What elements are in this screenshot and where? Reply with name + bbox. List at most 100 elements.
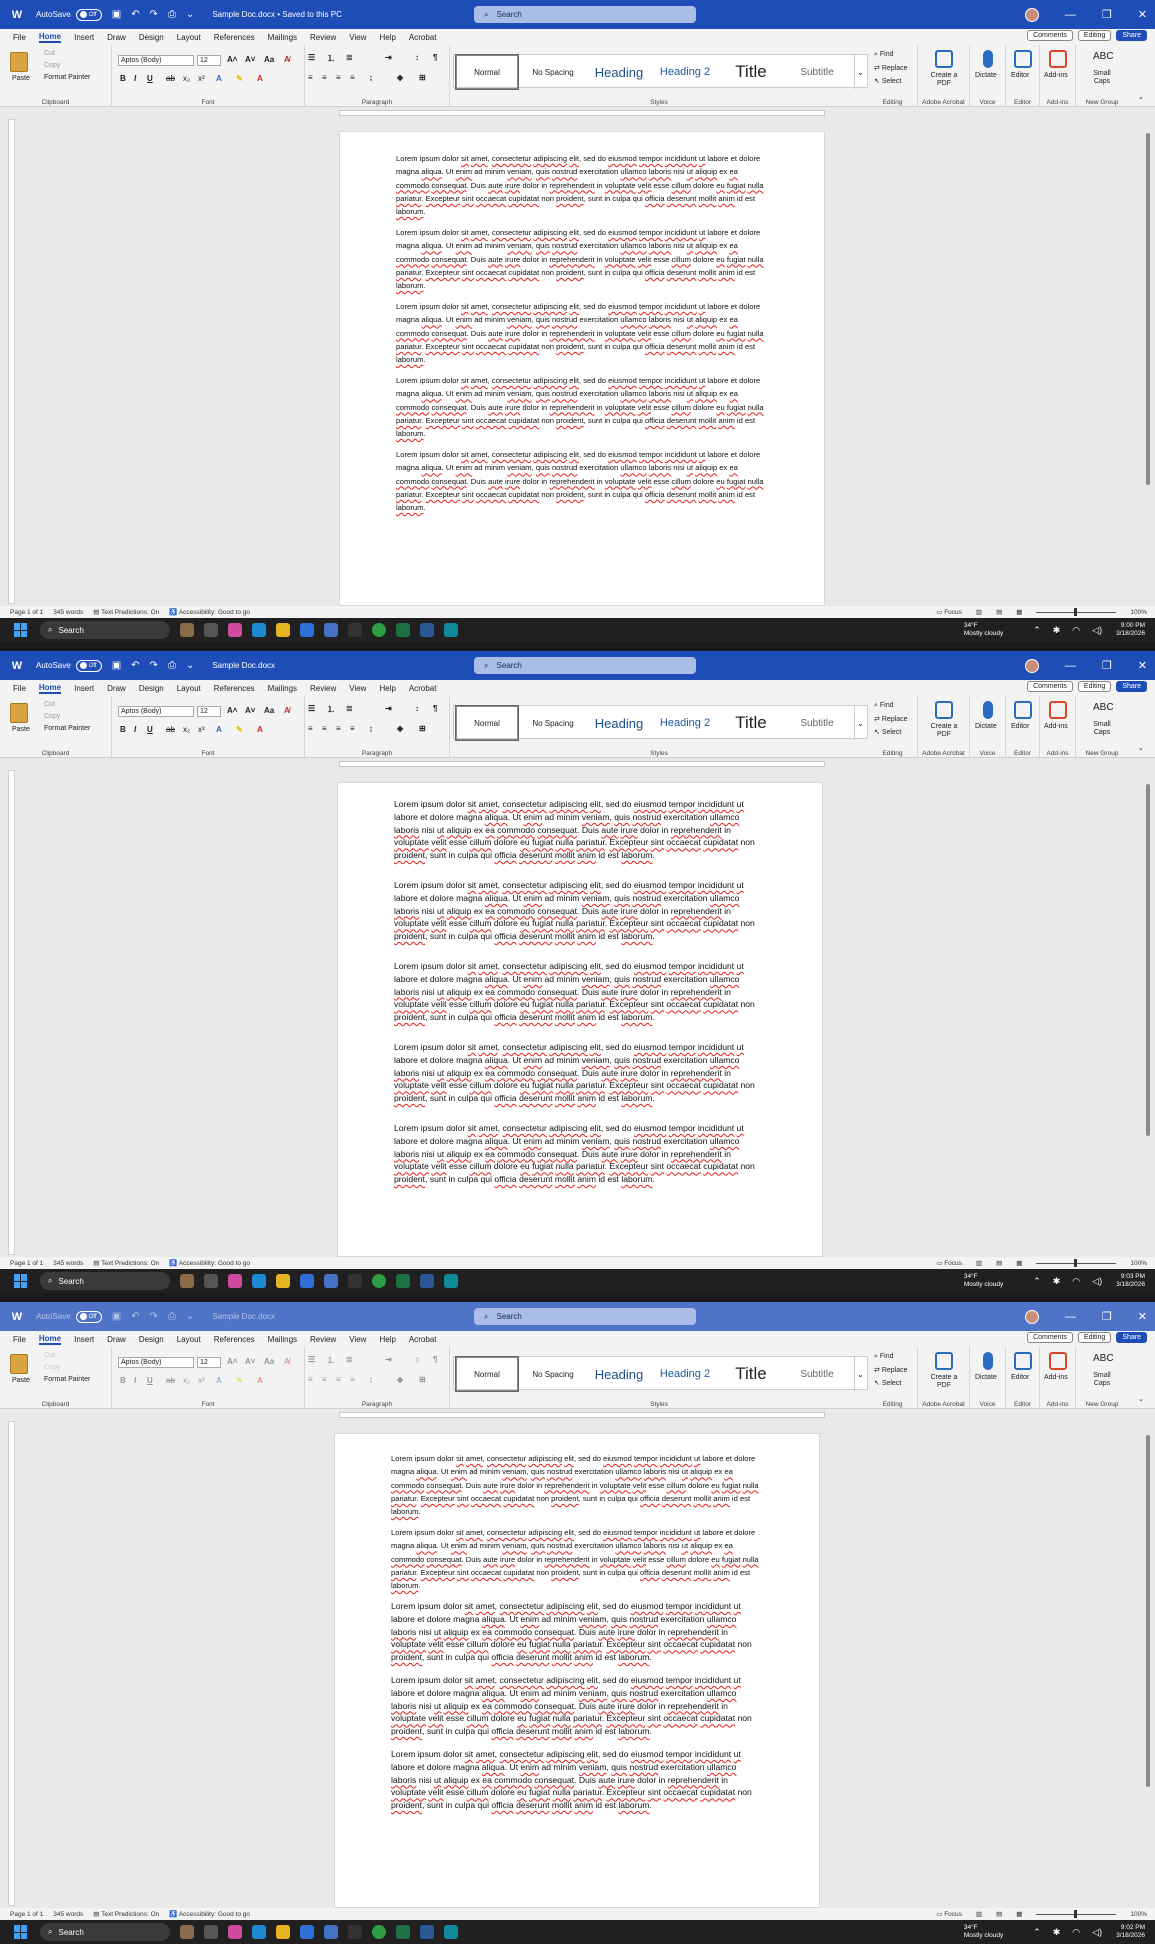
- collapse-ribbon-icon[interactable]: ⌄: [1138, 93, 1144, 101]
- task-view-icon[interactable]: [204, 1925, 218, 1939]
- highlight-icon[interactable]: ✎: [236, 74, 243, 83]
- font-color-icon[interactable]: A: [257, 74, 263, 83]
- text-effects-icon[interactable]: A: [216, 1376, 222, 1385]
- tab-design[interactable]: Design: [139, 1335, 164, 1344]
- underline-button[interactable]: U: [147, 74, 153, 83]
- replace-button[interactable]: ⇄ Replace: [874, 64, 908, 72]
- strikethrough-button[interactable]: ab: [166, 74, 175, 83]
- italic-button[interactable]: I: [134, 74, 136, 83]
- tab-file[interactable]: File: [13, 1335, 26, 1344]
- volume-icon[interactable]: ◁): [1092, 625, 1102, 636]
- focus-button[interactable]: ▭ Focus: [936, 1259, 962, 1267]
- tab-acrobat[interactable]: Acrobat: [409, 33, 437, 42]
- tab-acrobat[interactable]: Acrobat: [409, 684, 437, 693]
- create-pdf-button[interactable]: Create a PDF: [924, 1374, 964, 1390]
- windows-start-icon[interactable]: [14, 1925, 28, 1939]
- save-icon[interactable]: ▣: [112, 9, 121, 20]
- format-painter-button[interactable]: Format Painter: [44, 725, 90, 732]
- indent-icon[interactable]: ⇥: [385, 53, 392, 62]
- editor-icon[interactable]: [1014, 701, 1032, 719]
- style-no-spacing[interactable]: No Spacing: [522, 55, 584, 89]
- clock[interactable]: 9:02 PM 3/18/2026: [1116, 1924, 1145, 1940]
- tab-mailings[interactable]: Mailings: [268, 33, 297, 42]
- tab-view[interactable]: View: [349, 1335, 366, 1344]
- create-pdf-icon[interactable]: [935, 701, 953, 719]
- change-case-icon[interactable]: Aa: [264, 55, 274, 64]
- numbering-icon[interactable]: ⒈: [327, 53, 335, 64]
- vertical-scrollbar[interactable]: [1145, 121, 1151, 601]
- addins-icon[interactable]: [1049, 50, 1067, 68]
- paste-icon[interactable]: [10, 1354, 28, 1374]
- bluetooth-icon[interactable]: ✱: [1053, 1927, 1061, 1938]
- format-painter-button[interactable]: Format Painter: [44, 74, 90, 81]
- styles-more-icon[interactable]: ⌄: [854, 55, 866, 89]
- copilot-icon[interactable]: [228, 1274, 242, 1288]
- align-left-icon[interactable]: ≡: [308, 724, 313, 733]
- collapse-ribbon-icon[interactable]: ⌄: [1138, 1395, 1144, 1403]
- multilevel-list-icon[interactable]: ≣: [346, 1355, 353, 1364]
- search-box[interactable]: ⌕ Search: [474, 657, 696, 674]
- undo-icon[interactable]: ↶: [131, 9, 139, 20]
- grow-font-icon[interactable]: A˄: [227, 1357, 237, 1366]
- tab-draw[interactable]: Draw: [107, 684, 126, 693]
- create-pdf-button[interactable]: Create a PDF: [924, 72, 964, 88]
- wifi-icon[interactable]: ◠: [1072, 1927, 1080, 1938]
- align-center-icon[interactable]: ≡: [322, 724, 327, 733]
- shading-icon[interactable]: ◈: [397, 1375, 403, 1384]
- chevron-up-icon[interactable]: ⌃: [1033, 625, 1041, 636]
- wifi-icon[interactable]: ◠: [1072, 625, 1080, 636]
- tab-references[interactable]: References: [214, 684, 255, 693]
- italic-button[interactable]: I: [134, 1376, 136, 1385]
- replace-button[interactable]: ⇄ Replace: [874, 1366, 908, 1374]
- tab-mailings[interactable]: Mailings: [268, 1335, 297, 1344]
- sort-icon[interactable]: ↕: [415, 704, 419, 713]
- superscript-button[interactable]: x²: [198, 1376, 205, 1385]
- microphone-icon[interactable]: [983, 701, 993, 719]
- borders-icon[interactable]: ⊞: [419, 1375, 426, 1384]
- tab-review[interactable]: Review: [310, 1335, 336, 1344]
- edge-icon[interactable]: [252, 623, 266, 637]
- numbering-icon[interactable]: ⒈: [327, 704, 335, 715]
- copilot-icon[interactable]: [228, 1925, 242, 1939]
- tab-insert[interactable]: Insert: [74, 33, 94, 42]
- mail-icon[interactable]: [300, 1274, 314, 1288]
- word-count[interactable]: 345 words: [53, 1260, 83, 1267]
- create-pdf-icon[interactable]: [935, 1352, 953, 1370]
- word-icon[interactable]: [420, 1274, 434, 1288]
- tab-references[interactable]: References: [214, 33, 255, 42]
- file-explorer-icon[interactable]: [276, 623, 290, 637]
- document-page[interactable]: Lorem ipsum dolor sit amet, consectetur …: [334, 1433, 820, 1908]
- restore-icon[interactable]: ❐: [1102, 1310, 1112, 1323]
- copy-button[interactable]: Copy: [44, 1364, 60, 1371]
- copy-button[interactable]: Copy: [44, 62, 60, 69]
- paste-button[interactable]: Paste: [12, 75, 30, 82]
- redo-icon[interactable]: ↷: [150, 660, 158, 671]
- sort-icon[interactable]: ↕: [415, 1355, 419, 1364]
- document-paragraph[interactable]: Lorem ipsum dolor sit amet, consectetur …: [396, 448, 768, 514]
- zoom-slider[interactable]: [1036, 607, 1117, 616]
- document-paragraph[interactable]: Lorem ipsum dolor sit amet, consectetur …: [396, 300, 768, 366]
- tab-file[interactable]: File: [13, 33, 26, 42]
- style-heading[interactable]: Heading: [588, 706, 650, 740]
- minimize-icon[interactable]: —: [1065, 9, 1076, 21]
- multilevel-list-icon[interactable]: ≣: [346, 53, 353, 62]
- close-icon[interactable]: ✕: [1138, 659, 1147, 672]
- align-right-icon[interactable]: ≡: [336, 73, 341, 82]
- small-caps-icon[interactable]: ABC: [1093, 1353, 1114, 1364]
- tab-acrobat[interactable]: Acrobat: [409, 1335, 437, 1344]
- document-paragraph[interactable]: Lorem ipsum dolor sit amet, consectetur …: [396, 374, 768, 440]
- avatar[interactable]: [1024, 658, 1039, 673]
- font-size-select[interactable]: 12: [197, 55, 221, 66]
- tab-home[interactable]: Home: [38, 32, 62, 43]
- find-button[interactable]: ⌕ Find: [874, 702, 894, 710]
- italic-button[interactable]: I: [134, 725, 136, 734]
- notepad-icon[interactable]: [444, 1925, 458, 1939]
- font-name-select[interactable]: Aptos (Body): [118, 706, 194, 717]
- edge-icon[interactable]: [252, 1274, 266, 1288]
- tab-layout[interactable]: Layout: [177, 1335, 201, 1344]
- accessibility-status[interactable]: ♿ Accessibility: Good to go: [169, 1910, 250, 1918]
- tab-review[interactable]: Review: [310, 684, 336, 693]
- taskbar-search[interactable]: ⌕ Search: [40, 621, 170, 639]
- clear-format-icon[interactable]: A̸: [284, 1357, 290, 1366]
- document-paragraph[interactable]: Lorem ipsum dolor sit amet, consectetur …: [391, 1526, 763, 1592]
